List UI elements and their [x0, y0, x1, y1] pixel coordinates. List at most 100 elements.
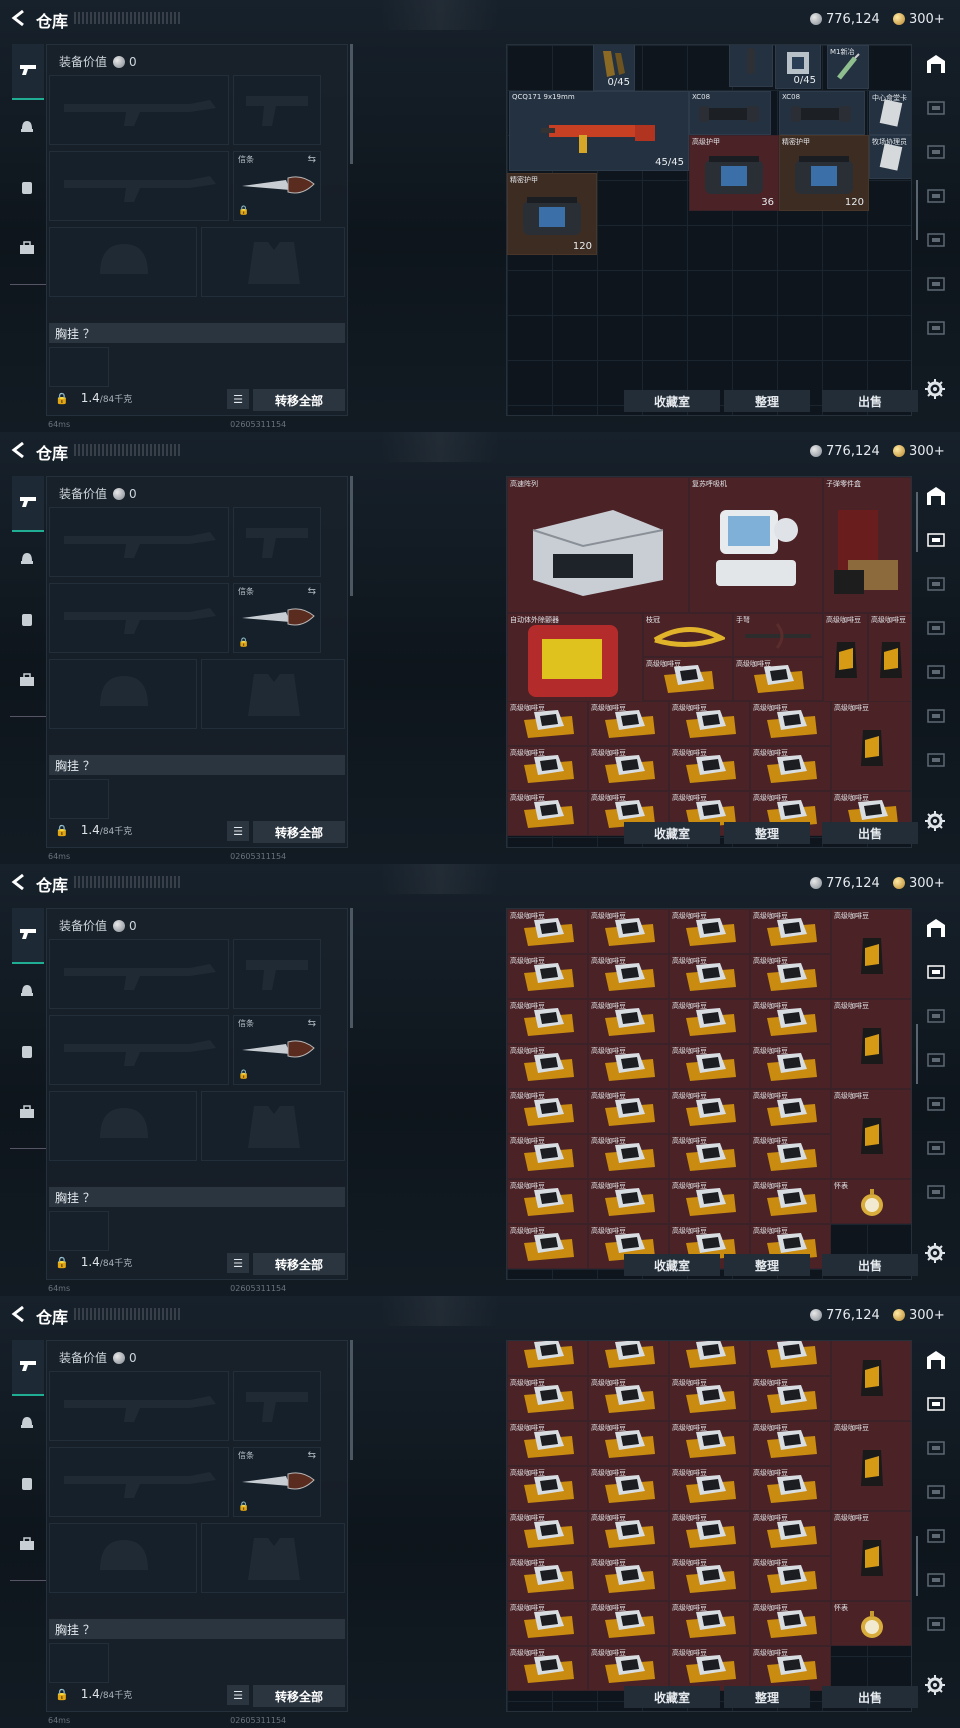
grid-item[interactable]: 高级咖啡豆 [831, 1421, 911, 1511]
grid-item[interactable]: 高级咖啡豆 [588, 701, 669, 746]
grid-item[interactable]: 高级咖啡豆 [588, 1556, 669, 1601]
pistol-slot[interactable] [233, 939, 321, 1009]
grid-item[interactable]: XC08 [689, 91, 771, 135]
grid-item[interactable]: 高级咖啡豆 [669, 1341, 750, 1376]
grid-item[interactable]: 牧场协理员 [869, 135, 911, 179]
sort-button[interactable]: 整理 [724, 1686, 810, 1708]
grid-item[interactable]: 高级咖啡豆 [669, 1511, 750, 1556]
grid-item[interactable]: 高级咖啡豆 [507, 1134, 588, 1179]
grid-item[interactable]: 高级咖啡豆 [507, 1466, 588, 1511]
grid-item[interactable]: 高级咖啡豆 [669, 1089, 750, 1134]
grid-item[interactable]: 高级咖啡豆 [750, 1646, 831, 1691]
grid-item[interactable]: 中心食堂卡 [869, 91, 911, 135]
storage-tab-7[interactable] [922, 1180, 950, 1208]
grid-item[interactable]: 高级咖啡豆 [507, 909, 588, 954]
settings-gear-icon[interactable] [924, 378, 946, 400]
grid-item[interactable]: 高级咖啡豆 [588, 954, 669, 999]
grid-item[interactable]: 高级咖啡豆 [507, 1224, 588, 1269]
storage-tab-5[interactable] [922, 1092, 950, 1120]
grid-item[interactable]: 高级咖啡豆 [588, 1421, 669, 1466]
list-view-button[interactable]: ☰ [227, 1685, 249, 1705]
grid-item[interactable]: 高级咖啡豆 [868, 613, 911, 703]
grid-item[interactable]: 高级咖啡豆 [507, 1341, 588, 1376]
list-view-button[interactable]: ☰ [227, 389, 249, 409]
transfer-all-button[interactable]: 转移全部 [253, 1253, 345, 1275]
gold-currency[interactable]: 300+ [893, 1306, 945, 1324]
storage-tab-4[interactable] [922, 1480, 950, 1508]
storage-tab-7[interactable] [922, 748, 950, 776]
storage-scrollbar[interactable] [916, 1024, 918, 1084]
grid-item[interactable]: 高级咖啡豆 [750, 1601, 831, 1646]
grid-item[interactable]: 高级咖啡豆 [507, 701, 588, 746]
storage-tab-7[interactable] [922, 1612, 950, 1640]
grid-item[interactable]: 高级咖啡豆 [831, 999, 911, 1089]
storage-scrollbar[interactable] [916, 492, 918, 552]
side-tab-briefcase[interactable] [12, 666, 42, 696]
sell-button[interactable]: 出售 [822, 822, 918, 844]
storage-tab-2[interactable] [922, 528, 950, 556]
transfer-all-button[interactable]: 转移全部 [253, 389, 345, 411]
grid-item[interactable]: 高级咖啡豆 [750, 1179, 831, 1224]
back-arrow-icon[interactable] [10, 441, 26, 459]
grid-item[interactable]: QCQ171 9x19mm 45/45 [509, 91, 689, 171]
helmet-slot[interactable] [49, 1091, 197, 1161]
grid-item[interactable]: 高级咖啡豆 [507, 1376, 588, 1421]
grid-item[interactable]: 高级咖啡豆 [588, 1134, 669, 1179]
settings-gear-icon[interactable] [924, 1674, 946, 1696]
equipment-scrollbar[interactable] [350, 44, 353, 164]
side-tab-backpack[interactable] [12, 1038, 42, 1068]
sort-button[interactable]: 整理 [724, 390, 810, 412]
grid-item[interactable]: 高级咖啡豆 [507, 1089, 588, 1134]
side-tab-helmet[interactable] [12, 114, 42, 144]
chest-rig-header[interactable]: 胸挂 ？ [49, 323, 345, 343]
grid-item[interactable]: 高级咖啡豆 [669, 1421, 750, 1466]
grid-item[interactable]: 高级咖啡豆 [750, 1421, 831, 1466]
storage-tab-3[interactable] [922, 572, 950, 600]
grid-item[interactable]: 高级咖啡豆 [588, 1089, 669, 1134]
grid-item[interactable]: 高级咖啡豆 [588, 1179, 669, 1224]
grid-item[interactable]: 高级咖啡豆 [588, 1511, 669, 1556]
collection-room-button[interactable]: 收藏室 [624, 390, 720, 412]
storage-tab-4[interactable] [922, 1048, 950, 1076]
storage-scrollbar[interactable] [916, 1536, 918, 1596]
grid-item[interactable]: 高级咖啡豆 [588, 1376, 669, 1421]
storage-tab-3[interactable] [922, 1004, 950, 1032]
storage-tab-6[interactable] [922, 272, 950, 300]
equipment-scrollbar[interactable] [350, 476, 353, 596]
grid-item[interactable]: 高级咖啡豆 [823, 613, 868, 703]
grid-item[interactable]: 高级咖啡豆 [750, 954, 831, 999]
secondary-weapon-slot[interactable] [49, 151, 229, 221]
grid-item[interactable]: 高级咖啡豆 [669, 1044, 750, 1089]
grid-item[interactable]: 高级咖啡豆 [669, 1376, 750, 1421]
primary-weapon-slot[interactable] [49, 939, 229, 1009]
grid-item[interactable]: 高级咖啡豆 [507, 1511, 588, 1556]
grid-item[interactable]: 高速阵列 [507, 477, 689, 613]
collection-room-button[interactable]: 收藏室 [624, 822, 720, 844]
collection-room-button[interactable]: 收藏室 [624, 1254, 720, 1276]
swap-icon[interactable]: ⇆ [308, 154, 316, 165]
settings-gear-icon[interactable] [924, 810, 946, 832]
melee-slot[interactable]: 信条 ⇆ 🔒 [233, 583, 321, 653]
grid-item[interactable]: 高级咖啡豆 [643, 657, 733, 701]
chest-rig-slot[interactable] [49, 1643, 109, 1683]
storage-tab-6[interactable] [922, 1568, 950, 1596]
grid-item[interactable]: 枝冠 [643, 613, 733, 657]
grid-item[interactable]: 自动体外除颤器 [507, 613, 643, 703]
grid-item[interactable]: 0/45 [775, 45, 821, 89]
grid-item[interactable]: 高级咖啡豆 [750, 909, 831, 954]
equipment-scrollbar[interactable] [350, 908, 353, 1028]
chest-rig-header[interactable]: 胸挂 ？ [49, 755, 345, 775]
helmet-slot[interactable] [49, 227, 197, 297]
storage-tab-3[interactable] [922, 140, 950, 168]
chest-rig-slot[interactable] [49, 1211, 109, 1251]
body-armor-slot[interactable] [201, 227, 345, 297]
side-tab-backpack[interactable] [12, 1470, 42, 1500]
grid-item[interactable]: 高级咖啡豆 [588, 999, 669, 1044]
grid-item[interactable]: 高级咖啡豆 [750, 1134, 831, 1179]
storage-tab-3[interactable] [922, 1436, 950, 1464]
sell-button[interactable]: 出售 [822, 390, 918, 412]
grid-item[interactable]: 高级咖啡豆 [669, 954, 750, 999]
grid-item[interactable]: 高级咖啡豆 [750, 1511, 831, 1556]
grid-item[interactable]: 高级咖啡豆 [507, 999, 588, 1044]
body-armor-slot[interactable] [201, 659, 345, 729]
